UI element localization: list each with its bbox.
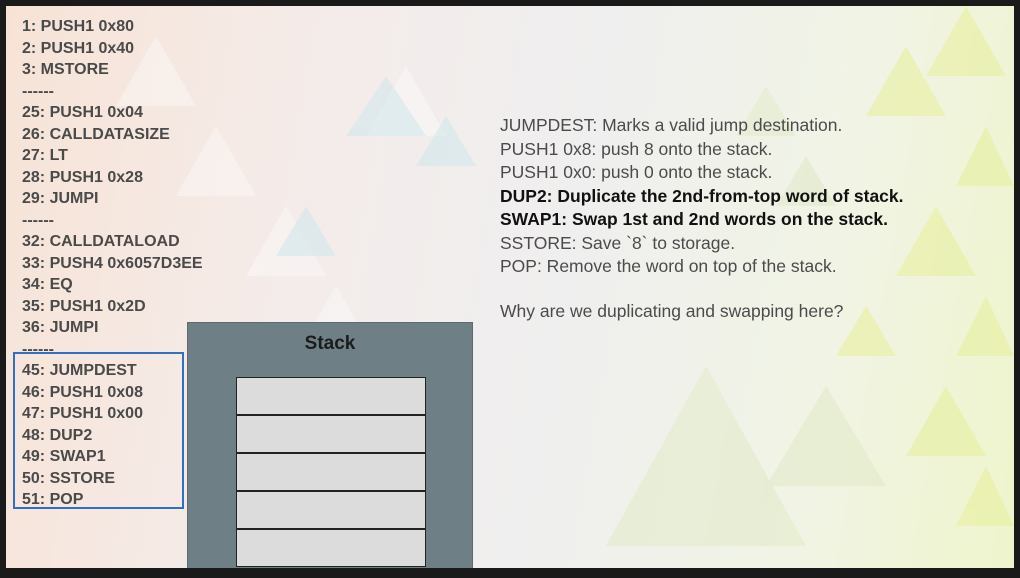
note-swap1: SWAP1: Swap 1st and 2nd words on the sta… — [500, 209, 888, 229]
highlighted-code-block — [13, 352, 184, 509]
stack-slot — [236, 491, 426, 529]
code-line: 1: PUSH1 0x80 — [22, 18, 135, 35]
code-line: 28: PUSH1 0x28 — [22, 168, 143, 186]
note-push-8: PUSH1 0x8: push 8 onto the stack. — [500, 138, 773, 159]
stack-slot — [236, 415, 426, 453]
note-push-0: PUSH1 0x0: push 0 onto the stack. — [500, 162, 773, 182]
code-separator: ------ — [22, 211, 54, 229]
code-line: 32: CALLDATALOAD — [22, 233, 180, 250]
stack-diagram: Stack — [187, 322, 473, 568]
video-frame: 1: PUSH1 0x80 2: PUSH1 0x40 3: MSTORE --… — [0, 0, 1020, 578]
note-sstore: SSTORE: Save `8` to storage. — [500, 232, 736, 253]
stack-title: Stack — [304, 333, 356, 354]
code-line: 26: CALLDATASIZE — [22, 125, 170, 143]
stack-slot — [236, 453, 426, 491]
code-separator: ------ — [22, 82, 54, 100]
opcode-notes: JUMPDEST: Marks a valid jump destination… — [500, 114, 904, 279]
stack-slot — [236, 529, 426, 567]
code-line: 25: PUSH1 0x04 — [22, 104, 143, 121]
code-line: 35: PUSH1 0x2D — [22, 297, 146, 315]
code-line: 36: JUMPI — [22, 319, 99, 336]
stack-slot — [236, 377, 426, 415]
note-jumpdest: JUMPDEST: Marks a valid jump destination… — [500, 115, 843, 135]
question-text: Why are we duplicating and swapping here… — [500, 301, 844, 321]
code-line: 29: JUMPI — [22, 190, 99, 207]
slide: 1: PUSH1 0x80 2: PUSH1 0x40 3: MSTORE --… — [6, 6, 1014, 568]
code-line: 27: LT — [22, 147, 68, 164]
code-line: 3: MSTORE — [22, 61, 109, 78]
code-line: 33: PUSH4 0x6057D3EE — [22, 254, 203, 272]
note-dup2: DUP2: Duplicate the 2nd-from-top word of… — [500, 185, 904, 206]
code-line: 34: EQ — [22, 276, 73, 293]
code-line: 2: PUSH1 0x40 — [22, 39, 135, 57]
note-pop: POP: Remove the word on top of the stack… — [500, 256, 837, 276]
